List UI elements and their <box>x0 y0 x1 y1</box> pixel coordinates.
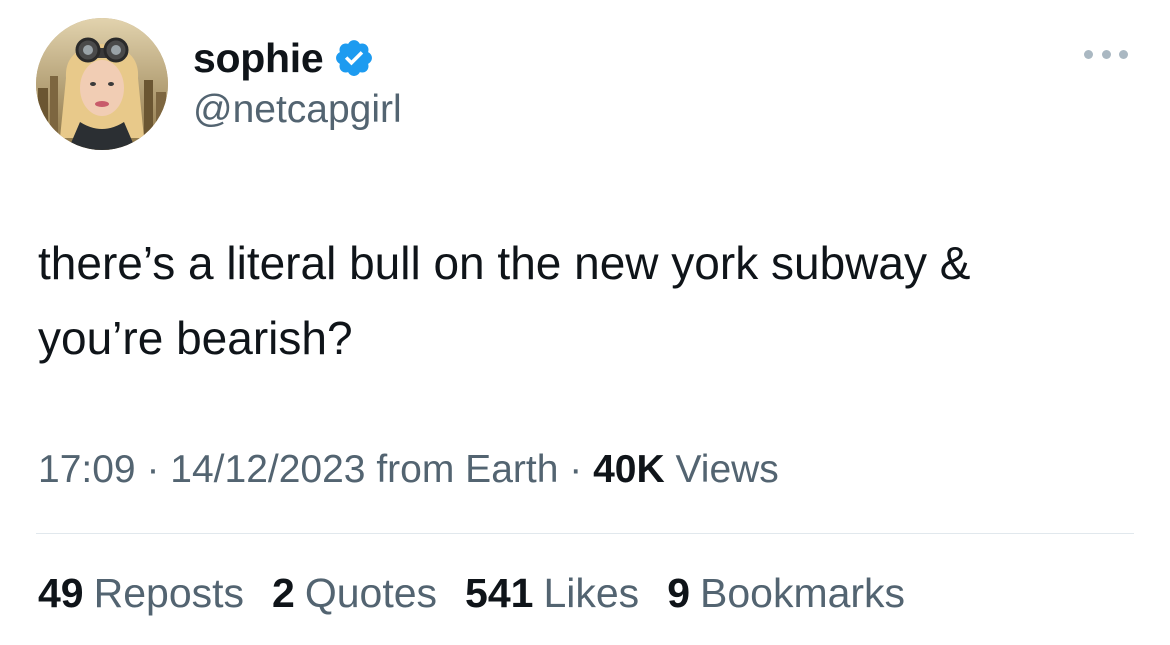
dot <box>1119 49 1128 59</box>
quotes-label: Quotes <box>304 570 438 616</box>
views-count: 40K <box>593 448 665 491</box>
meta-separator: · <box>146 448 160 491</box>
engagement-stats: 49 Reposts 2 Quotes 541 Likes 9 Bookmarks <box>38 570 933 617</box>
likes-stat[interactable]: 541 Likes <box>465 570 639 617</box>
likes-label: Likes <box>543 570 640 616</box>
bookmarks-count: 9 <box>667 570 690 616</box>
quotes-count: 2 <box>272 570 295 616</box>
views-label: Views <box>675 448 779 491</box>
avatar[interactable] <box>36 18 168 150</box>
tweet-date[interactable]: 14/12/2023 <box>170 448 365 491</box>
reposts-count: 49 <box>38 570 84 616</box>
tweet-time[interactable]: 17:09 <box>38 448 136 491</box>
dot <box>1101 49 1111 59</box>
likes-count: 541 <box>465 570 534 616</box>
tweet-source: from Earth <box>376 448 559 491</box>
verified-badge-icon <box>333 37 375 79</box>
quotes-stat[interactable]: 2 Quotes <box>272 570 437 617</box>
author-name-row: sophie <box>193 34 375 82</box>
tweet-text-line-2: you’re bearish? <box>38 312 353 364</box>
divider <box>36 533 1134 534</box>
reposts-stat[interactable]: 49 Reposts <box>38 570 244 617</box>
tweet-meta: 17:09 · 14/12/2023 from Earth · 40K View… <box>38 448 779 492</box>
display-name[interactable]: sophie <box>193 35 324 82</box>
tweet-text-line-1: there’s a literal bull on the new york s… <box>38 237 971 289</box>
author-handle[interactable]: @netcapgirl <box>193 88 402 132</box>
dot <box>1084 49 1093 59</box>
tweet-text: there’s a literal bull on the new york s… <box>38 226 1138 376</box>
bookmarks-label: Bookmarks <box>700 570 906 616</box>
reposts-label: Reposts <box>93 570 245 616</box>
more-dots-icon[interactable] <box>1084 44 1128 64</box>
meta-separator: · <box>569 448 583 491</box>
profile-photo <box>36 18 168 150</box>
bookmarks-stat[interactable]: 9 Bookmarks <box>667 570 905 617</box>
